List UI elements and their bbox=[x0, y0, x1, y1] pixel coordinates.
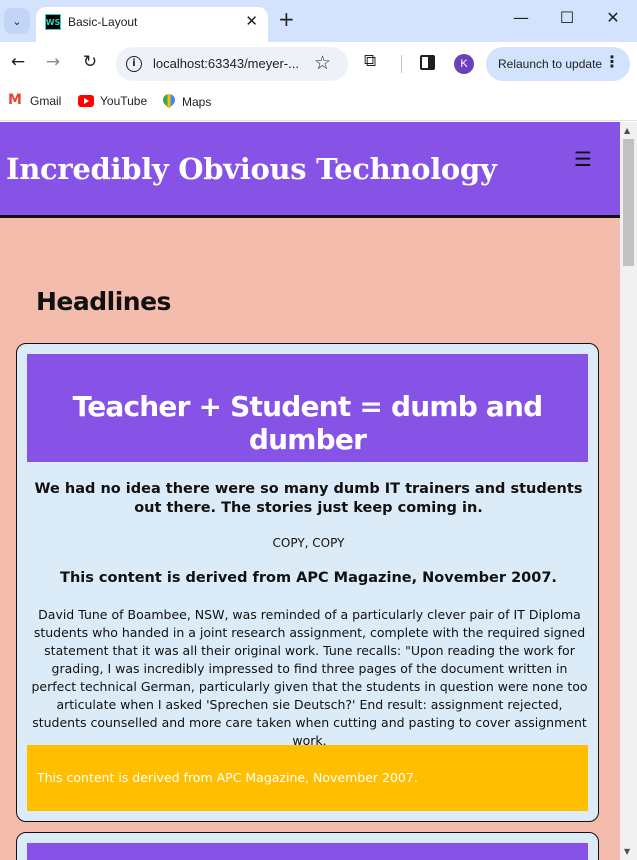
page-scrollbar[interactable]: ▲ ▼ bbox=[620, 122, 637, 860]
reload-icon[interactable]: ↻ bbox=[78, 52, 102, 72]
article-card-next bbox=[16, 832, 599, 860]
minimize-icon[interactable]: — bbox=[498, 8, 544, 27]
webstorm-icon: WS bbox=[45, 14, 61, 30]
profile-avatar[interactable]: K bbox=[454, 54, 474, 74]
tab-title: Basic-Layout bbox=[68, 15, 138, 29]
more-menu-icon[interactable]: ⋮ bbox=[604, 54, 620, 70]
tab-search-chevron-icon[interactable]: ⌄ bbox=[4, 8, 30, 34]
relaunch-to-update-button[interactable]: Relaunch to update ⋮ bbox=[486, 47, 630, 81]
address-bar[interactable]: i localhost:63343/meyer-... ☆ bbox=[116, 47, 348, 81]
toolbar-divider bbox=[401, 55, 402, 73]
tab-strip: ⌄ WS Basic-Layout ✕ + — ☐ ✕ bbox=[0, 0, 637, 42]
bookmark-label: YouTube bbox=[100, 94, 148, 108]
page-viewport: Incredibly Obvious Technology ☰ Headline… bbox=[0, 122, 620, 860]
article-footer: This content is derived from APC Magazin… bbox=[27, 745, 588, 811]
article-subtitle: We had no idea there were so many dumb I… bbox=[34, 481, 583, 516]
new-tab-icon[interactable]: + bbox=[278, 9, 295, 29]
article-footer-text: This content is derived from APC Magazin… bbox=[37, 770, 418, 785]
scroll-up-icon[interactable]: ▲ bbox=[624, 126, 630, 135]
bookmarks-bar: Gmail YouTube Maps bbox=[0, 86, 637, 121]
tab-basic-layout[interactable]: WS Basic-Layout ✕ bbox=[36, 7, 268, 42]
hamburger-menu-icon[interactable]: ☰ bbox=[574, 147, 592, 171]
bookmark-youtube[interactable]: YouTube bbox=[78, 94, 147, 108]
article-body: David Tune of Boambee, NSW, was reminded… bbox=[31, 607, 588, 748]
bookmark-label: Gmail bbox=[30, 94, 62, 108]
bookmark-star-icon[interactable]: ☆ bbox=[314, 52, 331, 74]
article-card: Teacher + Student = dumb and dumber We h… bbox=[16, 343, 599, 822]
article-source: This content is derived from APC Magazin… bbox=[60, 570, 557, 586]
site-title: Incredibly Obvious Technology bbox=[6, 152, 497, 186]
site-info-icon[interactable]: i bbox=[126, 56, 142, 72]
article-title-banner bbox=[27, 843, 588, 860]
bookmark-gmail[interactable]: Gmail bbox=[8, 92, 62, 108]
article-title: Teacher + Student = dumb and dumber bbox=[72, 390, 544, 456]
scroll-down-icon[interactable]: ▼ bbox=[624, 847, 630, 856]
article-label: COPY, COPY bbox=[272, 536, 345, 550]
scrollbar-thumb[interactable] bbox=[623, 139, 634, 266]
back-arrow-icon[interactable]: ← bbox=[6, 52, 30, 72]
site-header: Incredibly Obvious Technology ☰ bbox=[0, 122, 620, 218]
window-close-icon[interactable]: ✕ bbox=[590, 8, 636, 27]
relaunch-label: Relaunch to update bbox=[498, 57, 603, 71]
maps-icon bbox=[162, 94, 176, 110]
youtube-icon bbox=[78, 95, 94, 107]
browser-toolbar: ← → ↻ i localhost:63343/meyer-... ☆ ⧉ K … bbox=[0, 42, 637, 86]
article-title-banner: Teacher + Student = dumb and dumber bbox=[27, 354, 588, 462]
maximize-icon[interactable]: ☐ bbox=[544, 8, 590, 27]
url-text[interactable]: localhost:63343/meyer-... bbox=[153, 56, 299, 71]
bookmark-label: Maps bbox=[182, 95, 212, 109]
extensions-puzzle-icon[interactable]: ⧉ bbox=[364, 51, 376, 71]
bookmark-maps[interactable]: Maps bbox=[162, 94, 211, 110]
close-tab-icon[interactable]: ✕ bbox=[245, 12, 258, 30]
gmail-icon bbox=[8, 92, 24, 108]
side-panel-icon[interactable] bbox=[420, 55, 435, 70]
section-heading: Headlines bbox=[36, 287, 171, 316]
forward-arrow-icon[interactable]: → bbox=[41, 52, 65, 72]
